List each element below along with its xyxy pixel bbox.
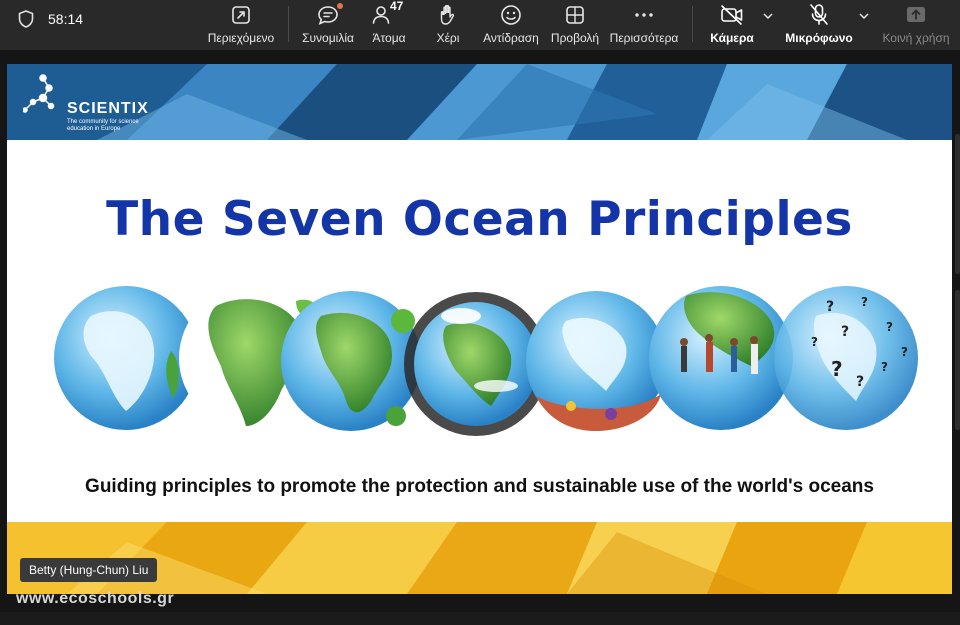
chat-notification-dot xyxy=(337,3,343,9)
presenter-name: Betty (Hung-Chun) Liu xyxy=(29,563,149,577)
svg-text:?: ? xyxy=(841,324,849,340)
chat-button[interactable]: Συνομιλία xyxy=(298,0,358,50)
camera-off-icon xyxy=(721,5,743,25)
meeting-timer: 58:14 xyxy=(18,8,83,30)
shield-icon xyxy=(18,10,34,28)
chevron-down-icon[interactable] xyxy=(762,10,774,22)
toolbar-divider xyxy=(692,6,693,42)
svg-text:?: ? xyxy=(881,360,888,374)
more-label: Περισσότερα xyxy=(609,31,679,45)
globe-6 xyxy=(649,286,793,430)
svg-text:?: ? xyxy=(856,374,864,390)
reaction-button[interactable]: Αντίδραση xyxy=(480,0,542,50)
svg-text:?: ? xyxy=(901,345,908,359)
view-button[interactable]: Προβολή xyxy=(548,0,602,50)
presenter-name-tag: Betty (Hung-Chun) Liu xyxy=(20,558,158,582)
molecule-logo-icon xyxy=(23,74,55,113)
more-button[interactable]: Περισσότερα xyxy=(608,0,680,50)
elapsed-time: 58:14 xyxy=(48,11,84,27)
mic-off-icon xyxy=(810,4,828,25)
chevron-down-icon[interactable] xyxy=(858,10,870,22)
people-button[interactable]: 47 Άτομα xyxy=(364,0,414,50)
globe-1 xyxy=(54,286,198,430)
view-icon xyxy=(566,6,584,24)
camera-label: Κάμερα xyxy=(710,31,754,45)
shared-content-stage: SCIENTIX The community for science educa… xyxy=(0,50,960,625)
reaction-icon xyxy=(501,5,521,25)
people-label: Άτομα xyxy=(372,31,406,45)
view-label: Προβολή xyxy=(550,31,600,45)
seven-globes-illustration: ? ? ? ? ? ? ? ? ? xyxy=(54,286,918,436)
bottom-strip xyxy=(0,612,960,625)
side-panel-edge xyxy=(955,290,960,430)
content-button[interactable]: Περιεχόμενο xyxy=(204,0,278,50)
content-label: Περιεχόμενο xyxy=(207,31,275,45)
toolbar-divider xyxy=(288,6,289,42)
logo-wordmark: SCIENTIX xyxy=(67,100,149,117)
share-tray-icon xyxy=(907,7,925,22)
scientix-logo: SCIENTIX The community for science educa… xyxy=(23,72,163,134)
slide-header-banner: SCIENTIX The community for science educa… xyxy=(7,64,952,140)
meeting-toolbar: 58:14 Περιεχόμενο Συνομιλία 47 Άτομα Χέρ… xyxy=(0,0,960,50)
more-icon xyxy=(635,13,653,17)
share-content-icon xyxy=(232,6,250,24)
raise-hand-button[interactable]: Χέρι xyxy=(428,0,468,50)
presentation-slide: SCIENTIX The community for science educa… xyxy=(7,64,952,594)
share-label: Κοινή χρήση xyxy=(882,31,950,45)
side-panel-edge xyxy=(955,134,960,274)
participants-count: 47 xyxy=(390,0,404,13)
reaction-label: Αντίδραση xyxy=(483,31,539,45)
globe-5 xyxy=(526,291,666,431)
camera-button[interactable]: Κάμερα xyxy=(706,0,758,50)
raise-hand-icon xyxy=(440,5,455,25)
logo-tagline: The community for science education in E… xyxy=(67,119,139,132)
mic-button[interactable]: Μικρόφωνο xyxy=(784,0,854,50)
hand-label: Χέρι xyxy=(436,31,460,45)
globe-3 xyxy=(281,291,421,431)
share-button[interactable]: Κοινή χρήση xyxy=(880,0,952,50)
mic-label: Μικρόφωνο xyxy=(785,31,853,45)
slide-title: The Seven Ocean Principles xyxy=(106,192,853,247)
chat-label: Συνομιλία xyxy=(302,31,354,45)
slide-subtitle: Guiding principles to promote the protec… xyxy=(85,476,874,497)
site-watermark: www.ecoschools.gr xyxy=(16,590,175,607)
svg-text:?: ? xyxy=(831,357,843,381)
svg-text:?: ? xyxy=(861,295,868,309)
svg-text:?: ? xyxy=(826,299,834,315)
svg-text:?: ? xyxy=(811,335,818,349)
svg-text:?: ? xyxy=(886,320,893,334)
globe-7: ? ? ? ? ? ? ? ? ? xyxy=(774,286,918,430)
